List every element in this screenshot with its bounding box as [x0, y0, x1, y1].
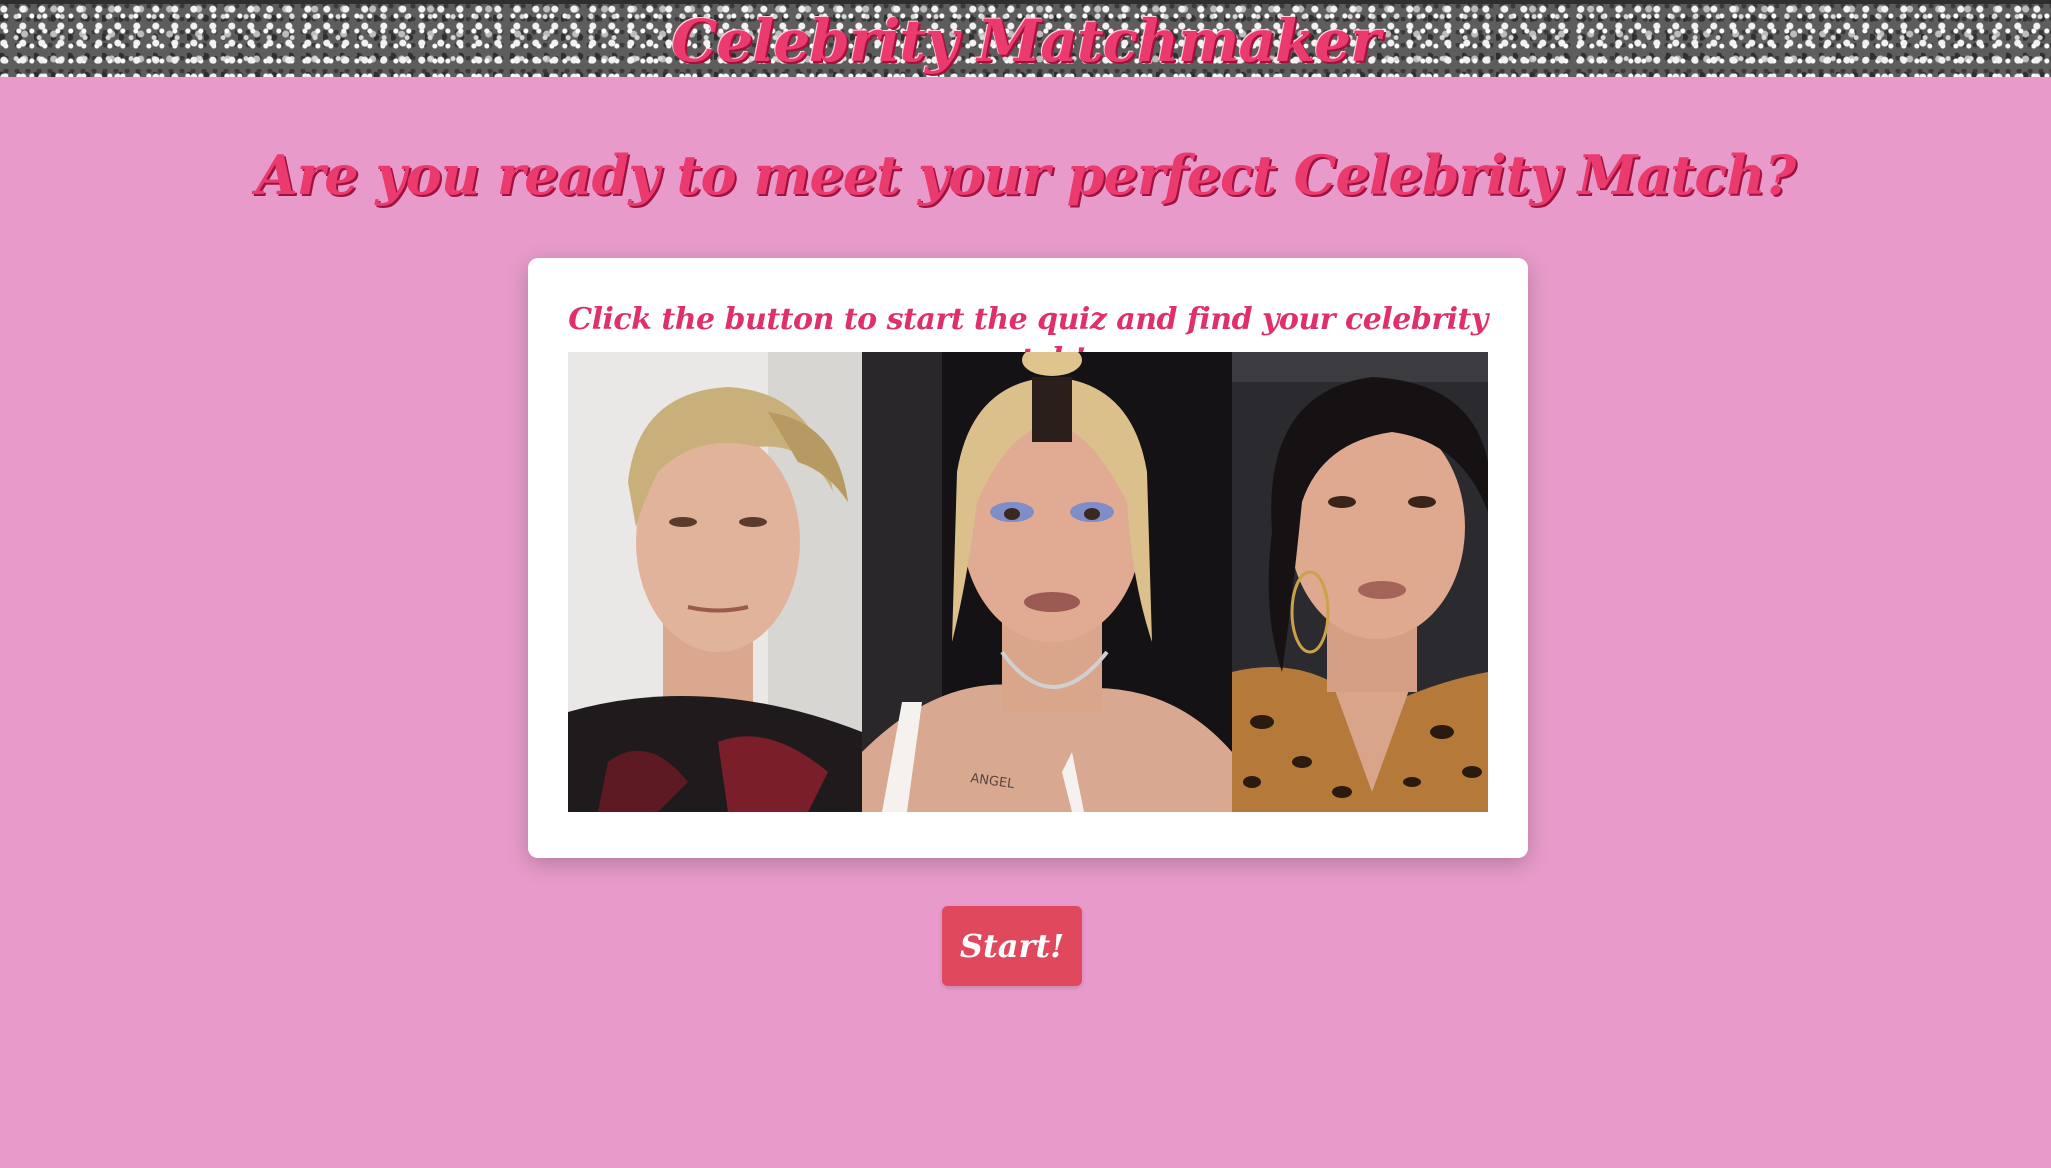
start-button[interactable]: Start!: [942, 906, 1082, 986]
celebrity-collage: ANGEL: [568, 352, 1488, 812]
intro-card: Click the button to start the quiz and f…: [528, 258, 1528, 858]
site-title: Celebrity Matchmaker: [671, 7, 1380, 75]
celebrity-photo-1: [568, 352, 862, 812]
celebrity-photo-3: [1232, 352, 1488, 812]
page-headline: Are you ready to meet your perfect Celeb…: [255, 143, 1796, 207]
glitter-header: Celebrity Matchmaker: [0, 0, 2051, 77]
celebrity-photo-2: ANGEL: [862, 352, 1232, 812]
